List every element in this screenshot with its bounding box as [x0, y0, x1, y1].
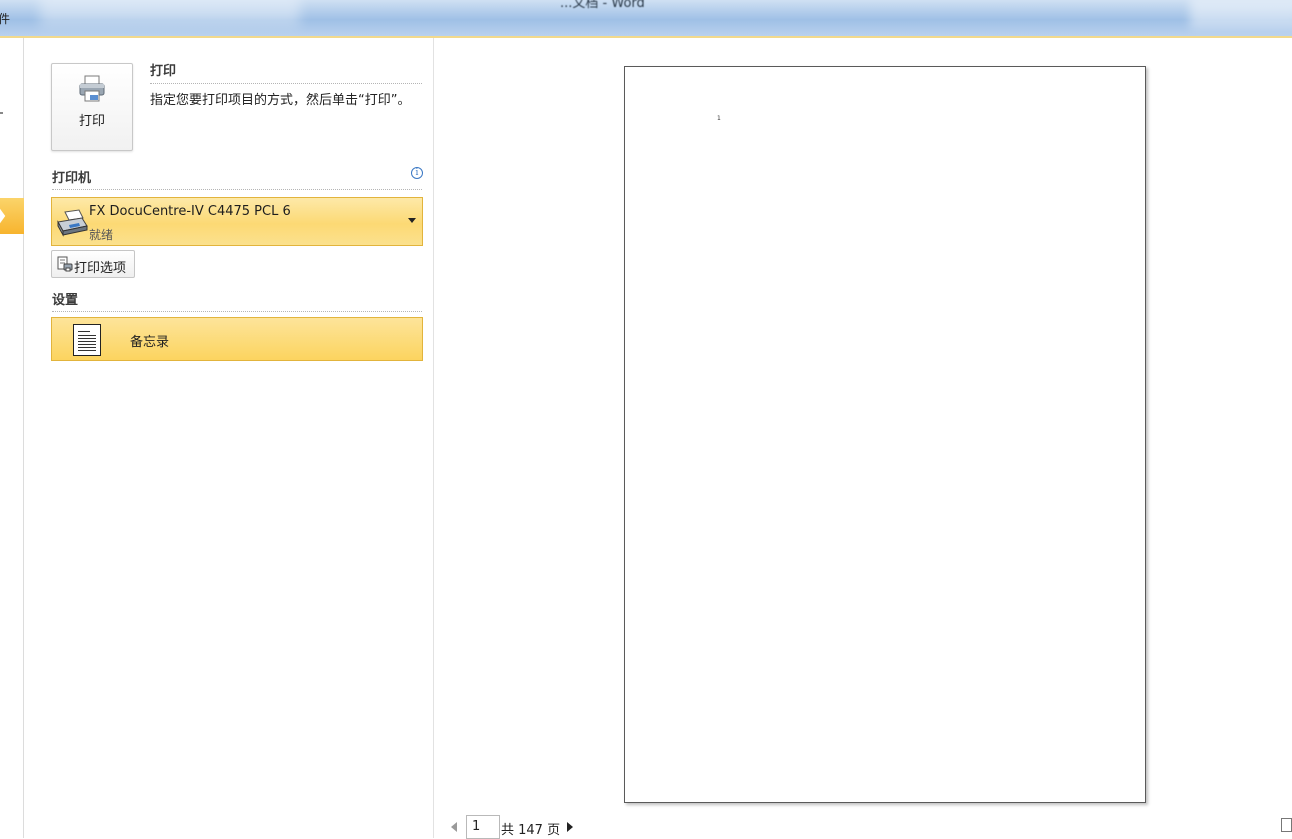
active-nav-indicator[interactable]: [0, 198, 24, 234]
backstage-nav: 件: [0, 12, 24, 838]
printer-icon: [57, 209, 88, 237]
print-settings-panel: 打印 打印 指定您要打印项目的方式，然后单击“打印”。 打印机 i FX Doc…: [24, 38, 434, 838]
printer-section-divider: [52, 189, 422, 190]
printer-status: 就绪: [89, 228, 114, 242]
print-description: 指定您要打印项目的方式，然后单击“打印”。: [150, 93, 411, 108]
title-bar-glow: [40, 0, 300, 26]
triangle-left-icon[interactable]: [451, 822, 457, 832]
total-pages-label: 共 147 页: [501, 823, 561, 838]
print-button-label: 打印: [78, 114, 105, 129]
title-bar: ...文档 - Word: [0, 0, 1292, 36]
printer-icon: [79, 75, 105, 102]
title-bar-glow-right: [1190, 0, 1292, 28]
heading-divider: [150, 83, 422, 84]
page-navigator: 1 共 147 页: [435, 812, 835, 839]
printer-selector[interactable]: FX DocuCentre-IV C4475 PCL 6 就绪: [51, 197, 423, 246]
info-icon[interactable]: i: [411, 167, 423, 179]
settings-section-divider: [52, 311, 422, 312]
printer-section-title: 打印机: [52, 171, 92, 186]
print-options-icon: [57, 256, 73, 272]
printer-name: FX DocuCentre-IV C4475 PCL 6: [89, 204, 291, 219]
print-button[interactable]: 打印: [51, 63, 133, 151]
printer-options-label: 打印选项: [74, 261, 127, 276]
zoom-to-page-icon[interactable]: [1281, 818, 1292, 832]
selected-setting-label: 备忘录: [130, 335, 170, 350]
preview-page: 1: [624, 66, 1146, 803]
chevron-down-icon: [408, 218, 416, 223]
print-heading: 打印: [150, 64, 177, 79]
page-content-mark: 1: [717, 115, 721, 122]
current-page-input[interactable]: 1: [466, 815, 500, 839]
settings-option-selector[interactable]: 备忘录: [51, 317, 423, 361]
print-preview-area: 1: [435, 38, 1292, 838]
document-icon: [73, 324, 101, 356]
window-title: ...文档 - Word: [560, 0, 645, 11]
nav-separator: [0, 112, 3, 114]
file-tab-label[interactable]: 件: [0, 10, 10, 27]
printer-options-button[interactable]: 打印选项: [51, 250, 135, 278]
settings-section-title: 设置: [52, 293, 79, 308]
triangle-right-icon[interactable]: [567, 822, 573, 832]
